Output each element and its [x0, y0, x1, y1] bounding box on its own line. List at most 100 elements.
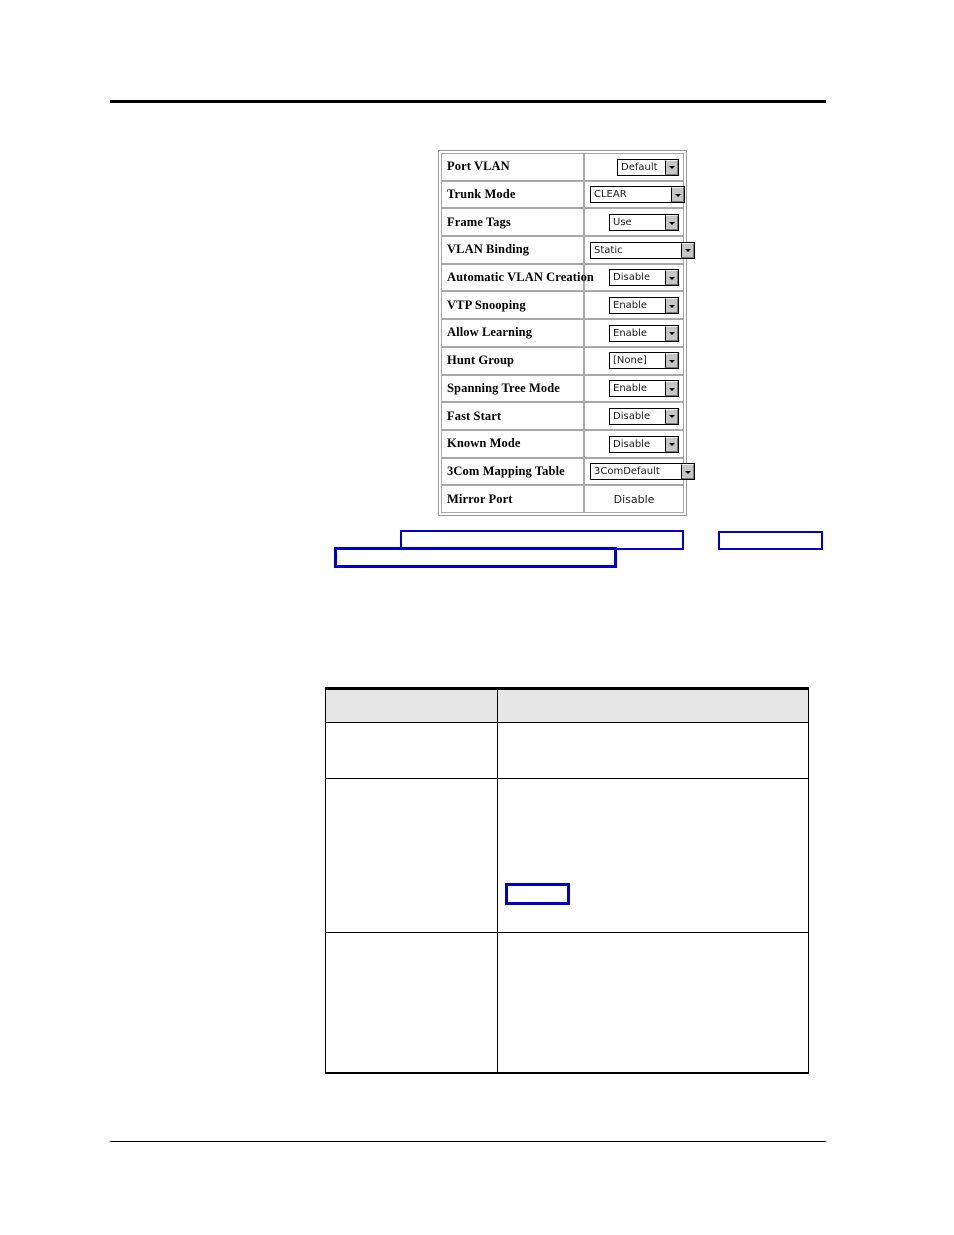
chevron-down-icon[interactable]	[665, 159, 678, 175]
cell-text	[326, 779, 497, 787]
table-row	[325, 932, 809, 1074]
cell-text	[326, 723, 497, 731]
setting-label-hunt-group: Hunt Group	[441, 346, 584, 375]
chevron-down-icon[interactable]	[681, 242, 694, 258]
setting-value-known-mode: Disable	[584, 429, 684, 458]
table-row: VLAN Binding Static	[441, 236, 695, 264]
cell-text	[498, 933, 808, 941]
table-row	[325, 778, 809, 933]
table-row	[325, 722, 809, 779]
setting-value-automatic-vlan-creation: Disable	[584, 263, 684, 292]
table-row: Known Mode Disable	[441, 429, 684, 458]
setting-value-mirror-port: Disable	[584, 485, 684, 513]
setting-value-port-vlan: Default	[584, 153, 684, 181]
setting-label-vlan-binding: VLAN Binding	[441, 236, 584, 264]
allow-learning-dropdown[interactable]: Enable	[609, 324, 679, 342]
vlan-settings-table: Port VLAN Default Trunk Mode CLEAR Frame…	[441, 153, 695, 513]
vlan-binding-dropdown-value: Static	[594, 244, 623, 256]
chevron-down-icon[interactable]	[665, 408, 678, 424]
vlan-binding-dropdown[interactable]: Static	[590, 241, 695, 259]
known-mode-dropdown-value: Disable	[613, 438, 651, 450]
frame-tags-dropdown-value: Use	[613, 217, 632, 229]
chevron-down-icon[interactable]	[665, 215, 678, 231]
hunt-group-dropdown-value: [None]	[613, 355, 647, 367]
port-vlan-dropdown[interactable]: Default	[617, 158, 679, 176]
setting-label-fast-start: Fast Start	[441, 402, 584, 430]
setting-value-3com-mapping-table: 3ComDefault	[584, 457, 695, 486]
setting-label-3com-mapping-table: 3Com Mapping Table	[441, 457, 584, 486]
frame-tags-dropdown[interactable]: Use	[609, 214, 679, 232]
table-row: Trunk Mode CLEAR	[441, 180, 685, 209]
column-header-description	[497, 687, 809, 723]
chevron-down-icon[interactable]	[665, 353, 678, 369]
table-cell-description	[497, 778, 809, 933]
port-vlan-dropdown-value: Default	[621, 161, 658, 173]
table-cell-field	[325, 778, 498, 933]
setting-value-vtp-snooping: Enable	[584, 291, 684, 320]
chevron-down-icon[interactable]	[665, 436, 678, 452]
3com-mapping-table-dropdown[interactable]: 3ComDefault	[590, 463, 695, 481]
chevron-down-icon[interactable]	[665, 270, 678, 286]
caption-placeholder-b	[718, 531, 823, 550]
table-row: Automatic VLAN Creation Disable	[441, 263, 684, 292]
allow-learning-dropdown-value: Enable	[613, 327, 648, 339]
caption-placeholder-c	[334, 547, 617, 568]
table-row: 3Com Mapping Table 3ComDefault	[441, 457, 695, 486]
table-cell-field	[325, 932, 498, 1074]
chevron-down-icon[interactable]	[665, 298, 678, 314]
table-cell-field	[325, 722, 498, 779]
known-mode-dropdown[interactable]: Disable	[609, 435, 679, 453]
setting-value-allow-learning: Enable	[584, 319, 684, 347]
chevron-down-icon[interactable]	[671, 187, 684, 203]
table-row: Mirror Port Disable	[441, 485, 684, 513]
trunk-mode-dropdown-value: CLEAR	[594, 189, 627, 201]
page-footer-rule	[110, 1141, 826, 1142]
page-header-rule	[110, 100, 826, 103]
setting-label-trunk-mode: Trunk Mode	[441, 180, 584, 209]
setting-label-mirror-port: Mirror Port	[441, 485, 584, 513]
mirror-port-value: Disable	[613, 492, 655, 506]
3com-mapping-table-dropdown-value: 3ComDefault	[594, 466, 660, 478]
setting-value-spanning-tree-mode: Enable	[584, 374, 684, 403]
spanning-tree-mode-dropdown-value: Enable	[613, 383, 648, 395]
table-row: Hunt Group [None]	[441, 346, 684, 375]
table-header-row	[325, 687, 809, 723]
cell-text	[498, 779, 808, 787]
chevron-down-icon[interactable]	[681, 464, 694, 480]
automatic-vlan-creation-dropdown[interactable]: Disable	[609, 269, 679, 287]
setting-label-spanning-tree-mode: Spanning Tree Mode	[441, 374, 584, 403]
setting-label-vtp-snooping: VTP Snooping	[441, 291, 584, 320]
column-header-field	[325, 687, 498, 723]
inline-placeholder-d	[505, 883, 570, 905]
trunk-mode-dropdown[interactable]: CLEAR	[590, 186, 685, 204]
table-row: Spanning Tree Mode Enable	[441, 374, 684, 403]
setting-value-hunt-group: [None]	[584, 346, 684, 375]
spanning-tree-mode-dropdown[interactable]: Enable	[609, 380, 679, 398]
table-row: Port VLAN Default	[441, 153, 684, 181]
table-row: Frame Tags Use	[441, 208, 684, 237]
fast-start-dropdown-value: Disable	[613, 410, 651, 422]
setting-value-frame-tags: Use	[584, 208, 684, 237]
cell-text	[498, 723, 808, 731]
fast-start-dropdown[interactable]: Disable	[609, 407, 679, 425]
setting-value-fast-start: Disable	[584, 402, 684, 430]
setting-label-frame-tags: Frame Tags	[441, 208, 584, 237]
cell-text	[326, 933, 497, 941]
chevron-down-icon[interactable]	[665, 381, 678, 397]
vtp-snooping-dropdown-value: Enable	[613, 300, 648, 312]
setting-label-known-mode: Known Mode	[441, 429, 584, 458]
table-cell-description	[497, 932, 809, 1074]
table-row: Allow Learning Enable	[441, 319, 684, 347]
automatic-vlan-creation-dropdown-value: Disable	[613, 272, 651, 284]
setting-label-automatic-vlan-creation: Automatic VLAN Creation	[441, 263, 594, 292]
setting-label-port-vlan: Port VLAN	[441, 153, 584, 181]
setting-label-allow-learning: Allow Learning	[441, 319, 584, 347]
setting-value-vlan-binding: Static	[584, 236, 695, 264]
chevron-down-icon[interactable]	[665, 325, 678, 341]
table-row: Fast Start Disable	[441, 402, 684, 430]
table-row: VTP Snooping Enable	[441, 291, 684, 320]
vtp-snooping-dropdown[interactable]: Enable	[609, 297, 679, 315]
table-cell-description	[497, 722, 809, 779]
setting-value-trunk-mode: CLEAR	[584, 180, 685, 209]
hunt-group-dropdown[interactable]: [None]	[609, 352, 679, 370]
